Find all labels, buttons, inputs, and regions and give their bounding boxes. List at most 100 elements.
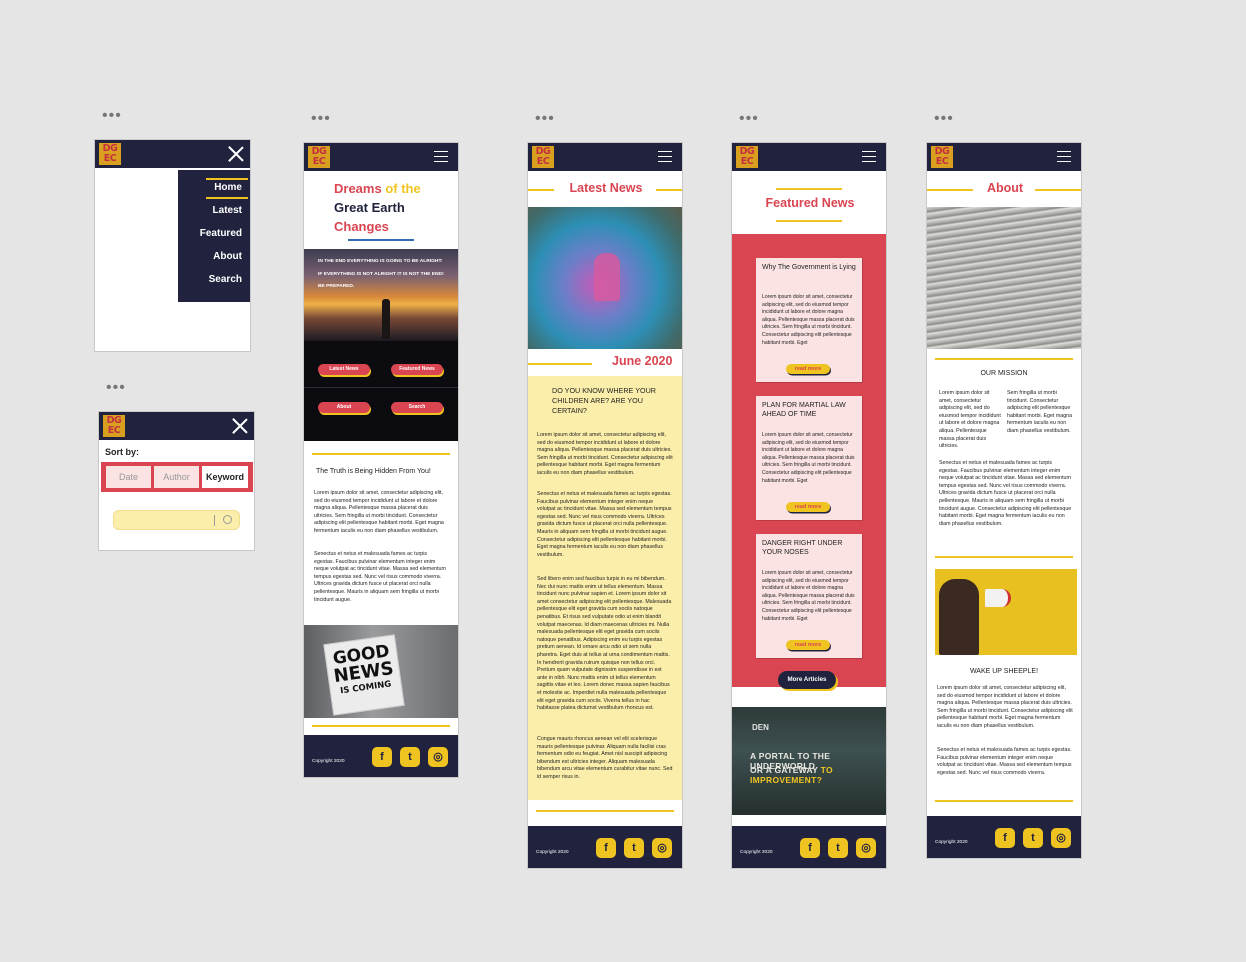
- read-more-button[interactable]: read more: [786, 640, 830, 650]
- header: DG EC: [528, 143, 682, 171]
- megaphone-image: [935, 569, 1077, 655]
- hero-text: IN THE END EVERYTHING IS GOING TO BE ALR…: [318, 259, 446, 291]
- frame-options-dots[interactable]: •••: [535, 111, 555, 127]
- divider: [935, 800, 1073, 802]
- card-title[interactable]: Why The Government is Lying: [762, 264, 858, 273]
- title-underline: [348, 239, 414, 241]
- article-question: DO YOU KNOW WHERE YOUR CHILDREN ARE? ARE…: [552, 386, 656, 415]
- mission-column-left: Lorem ipsum dolor sit amet, consectetur …: [939, 390, 1001, 450]
- page-heading: Latest News: [569, 181, 643, 195]
- footer: Copyright 2020 f t ◎: [927, 816, 1081, 858]
- twitter-icon[interactable]: t: [624, 838, 644, 858]
- footer: Copyright 2020 f t ◎: [528, 826, 682, 868]
- header: DG EC: [732, 143, 886, 171]
- logo[interactable]: DG EC: [736, 146, 758, 168]
- facebook-icon[interactable]: f: [800, 838, 820, 858]
- close-icon[interactable]: [232, 418, 248, 434]
- heading-rule-right: [1035, 189, 1081, 191]
- featured-card: DANGER RIGHT UNDER YOUR NOSES Lorem ipsu…: [756, 534, 862, 658]
- instagram-icon[interactable]: ◎: [1051, 828, 1071, 848]
- date-rule: [528, 363, 592, 365]
- page-heading: About: [986, 181, 1024, 195]
- search-input[interactable]: [113, 510, 240, 530]
- close-icon[interactable]: [228, 146, 244, 162]
- mission-title: OUR MISSION: [980, 370, 1028, 377]
- instagram-icon[interactable]: ◎: [428, 747, 448, 767]
- logo-bottom: EC: [740, 156, 754, 167]
- hamburger-menu-icon[interactable]: [862, 151, 876, 163]
- title-word-of-the: of the: [385, 181, 421, 196]
- card-title[interactable]: PLAN FOR MARTIAL LAW AHEAD OF TIME: [762, 402, 858, 419]
- logo[interactable]: DG EC: [99, 143, 121, 165]
- facebook-icon[interactable]: f: [372, 747, 392, 767]
- frame-options-dots[interactable]: •••: [102, 108, 122, 124]
- mission-column-right: Sem fringilla ut morbi tincidunt. Consec…: [1007, 390, 1073, 434]
- site-title: Dreams of the Great Earth Changes: [334, 179, 454, 236]
- hero-line-2: IF EVERYTHING IS NOT ALRIGHT IT IS NOT T…: [318, 271, 444, 277]
- twitter-icon[interactable]: t: [400, 747, 420, 767]
- more-articles-button[interactable]: More Articles: [778, 671, 836, 689]
- megaphone: [985, 589, 1011, 607]
- menu-item-featured[interactable]: Featured: [200, 228, 242, 239]
- card-body: Lorem ipsum dolor sit amet, consectetur …: [762, 570, 855, 622]
- menu-item-latest[interactable]: Latest: [213, 205, 242, 216]
- heading-rule-right: [656, 189, 682, 191]
- sort-option-date[interactable]: Date: [106, 466, 151, 488]
- frame-options-dots[interactable]: •••: [934, 111, 954, 127]
- search-button[interactable]: Search: [391, 402, 443, 413]
- card-body: Lorem ipsum dolor sit amet, consectetur …: [762, 294, 855, 346]
- frame-options-dots[interactable]: •••: [739, 111, 759, 127]
- article-image: [528, 207, 682, 349]
- twitter-icon[interactable]: t: [1023, 828, 1043, 848]
- portal-banner-image: DEN A PORTAL TO THE UNDERWORLD OR A GATE…: [732, 707, 886, 815]
- sort-option-author[interactable]: Author: [154, 466, 199, 488]
- input-divider: [214, 515, 215, 526]
- instagram-icon[interactable]: ◎: [652, 838, 672, 858]
- footer: Copyright 2020 f t ◎: [304, 735, 458, 777]
- menu-item-about[interactable]: About: [213, 251, 242, 262]
- facebook-icon[interactable]: f: [995, 828, 1015, 848]
- logo[interactable]: DG EC: [931, 146, 953, 168]
- read-more-button[interactable]: read more: [786, 502, 830, 512]
- article-paragraph: Senectus et netus et malesuada fames ac …: [314, 551, 446, 603]
- hamburger-menu-icon[interactable]: [658, 151, 672, 163]
- heading-rule-bottom: [776, 220, 842, 222]
- article-paragraph: Congue mauris rhoncus aenean vel elit sc…: [537, 736, 673, 780]
- menu-item-search[interactable]: Search: [209, 274, 242, 285]
- logo[interactable]: DG EC: [103, 415, 125, 437]
- person-silhouette: [939, 579, 979, 655]
- featured-news-button[interactable]: Featured News: [391, 364, 443, 375]
- title-word-great-earth: Great Earth: [334, 200, 405, 215]
- hamburger-menu-icon[interactable]: [1057, 151, 1071, 163]
- search-icon[interactable]: [223, 515, 232, 524]
- logo[interactable]: DG EC: [308, 146, 330, 168]
- frame-options-dots[interactable]: •••: [311, 111, 331, 127]
- divider: [206, 197, 248, 199]
- about-paragraph: Senectus et netus et malesuada fames ac …: [937, 747, 1072, 776]
- banner-line-2a: OR A GATEWAY: [750, 765, 818, 775]
- read-more-button[interactable]: read more: [786, 364, 830, 374]
- copyright: Copyright 2020: [740, 850, 773, 855]
- title-word-changes: Changes: [334, 219, 389, 234]
- card-title[interactable]: DANGER RIGHT UNDER YOUR NOSES: [762, 540, 858, 557]
- divider: [536, 810, 674, 812]
- facebook-icon[interactable]: f: [596, 838, 616, 858]
- frame-options-dots[interactable]: •••: [106, 380, 126, 396]
- logo[interactable]: DG EC: [532, 146, 554, 168]
- hero-image: IN THE END EVERYTHING IS GOING TO BE ALR…: [304, 249, 458, 341]
- logo-bottom: EC: [536, 156, 550, 167]
- hero-line-1: IN THE END EVERYTHING IS GOING TO BE ALR…: [318, 259, 443, 264]
- about-button[interactable]: About: [318, 402, 370, 413]
- hamburger-menu-icon[interactable]: [434, 151, 448, 163]
- featured-card: PLAN FOR MARTIAL LAW AHEAD OF TIME Lorem…: [756, 396, 862, 520]
- instagram-icon[interactable]: ◎: [856, 838, 876, 858]
- sort-option-keyword[interactable]: Keyword: [202, 466, 248, 488]
- about-screen: DG EC About OUR MISSION Lorem ipsum dolor…: [926, 142, 1082, 859]
- article-title: The Truth is Being Hidden From You!: [316, 468, 431, 475]
- twitter-icon[interactable]: t: [828, 838, 848, 858]
- article-paragraph: Lorem ipsum dolor sit amet, consectetur …: [537, 432, 673, 476]
- menu-item-home[interactable]: Home: [214, 182, 242, 193]
- latest-news-button[interactable]: Latest News: [318, 364, 370, 375]
- logo-bottom: EC: [103, 153, 117, 164]
- latest-news-screen: DG EC Latest News June 2020 DO YOU KNOW W…: [527, 142, 683, 869]
